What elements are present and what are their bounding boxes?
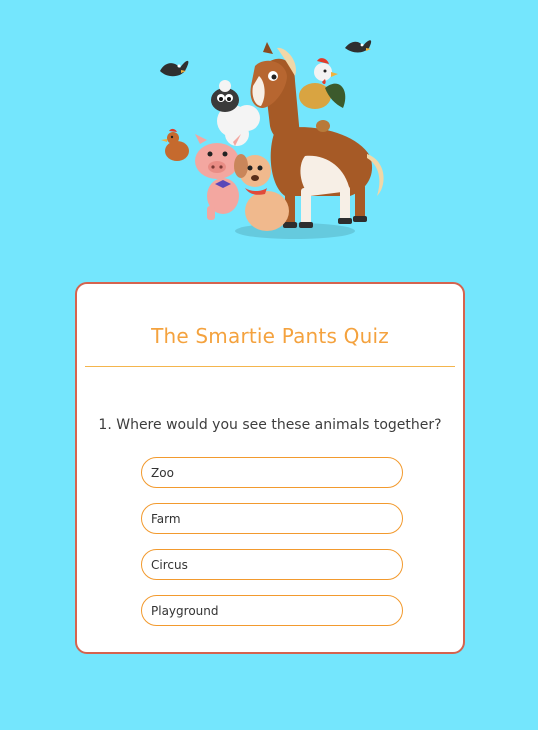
answer-list: Zoo Farm Circus Playground: [141, 457, 403, 641]
quiz-title: The Smartie Pants Quiz: [151, 324, 389, 348]
bird-icon: [160, 60, 189, 77]
answer-option-playground[interactable]: Playground: [141, 595, 403, 626]
answer-option-circus[interactable]: Circus: [141, 549, 403, 580]
hen-icon: [161, 128, 189, 161]
title-divider: [85, 366, 455, 367]
answer-option-farm[interactable]: Farm: [141, 503, 403, 534]
question-text: 1. Where would you see these animals tog…: [98, 417, 442, 433]
bird-icon: [345, 40, 372, 53]
answer-option-zoo[interactable]: Zoo: [141, 457, 403, 488]
farm-animals-illustration: [160, 40, 384, 239]
pig-icon: [195, 134, 241, 220]
rooster-icon: [299, 58, 346, 109]
quiz-card: The Smartie Pants Quiz 1. Where would yo…: [75, 282, 465, 654]
